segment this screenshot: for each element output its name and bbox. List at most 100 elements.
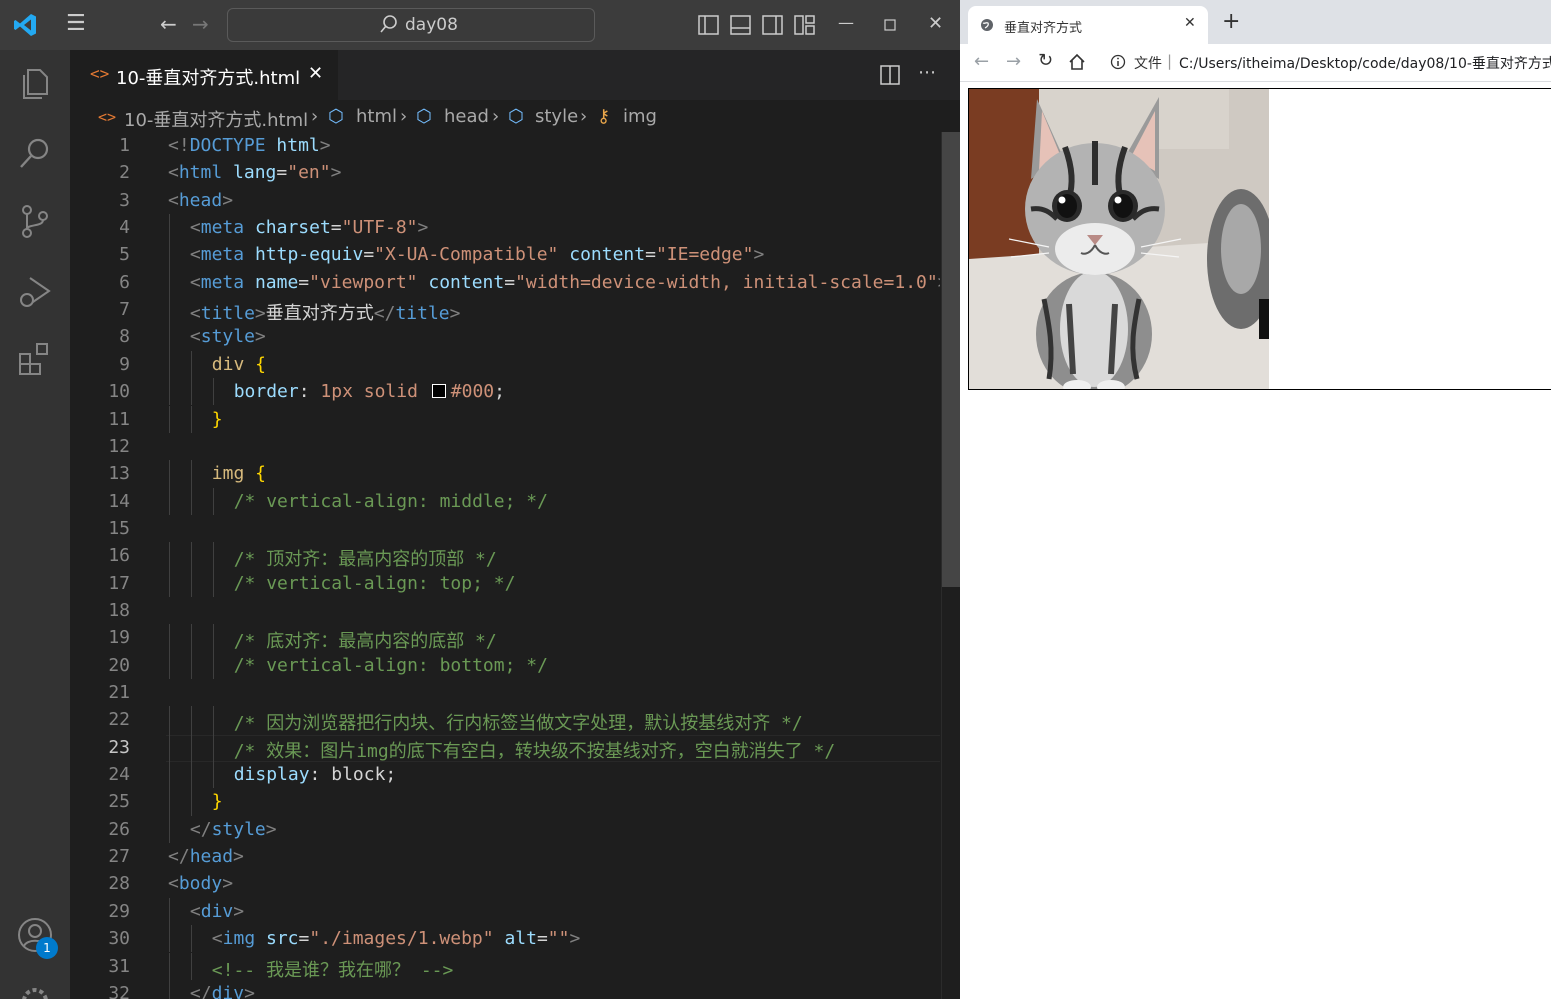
split-editor-icon[interactable] — [880, 65, 900, 85]
code-token-text: = — [363, 244, 375, 266]
editor-scrollbar-thumb[interactable] — [942, 132, 960, 587]
code-token-attr: charset — [254, 217, 331, 239]
breadcrumb-item-head[interactable]: head — [444, 106, 489, 127]
code-line: img { — [212, 463, 266, 484]
code-line: <!DOCTYPE html> — [168, 135, 331, 156]
line-number: 3 — [119, 189, 130, 211]
indent-guide — [169, 788, 170, 816]
back-arrow-icon[interactable]: ← — [160, 14, 177, 34]
code-token-brace: } — [211, 408, 223, 430]
browser-tab[interactable]: 垂直对齐方式 ✕ — [968, 6, 1208, 44]
code-token-attr: content — [428, 271, 505, 293]
code-token-tag: title — [200, 303, 255, 325]
command-center-search[interactable]: day08 — [227, 8, 595, 42]
minimize-icon[interactable]: — — [838, 13, 854, 33]
code-token-tag: DOCTYPE — [189, 135, 266, 156]
command-center-text: day08 — [405, 15, 458, 35]
indent-guide — [190, 761, 192, 789]
indent-guide — [212, 706, 214, 734]
code-line: <head> — [168, 190, 233, 211]
manage-gear-icon[interactable] — [16, 982, 54, 999]
close-tab-icon[interactable]: ✕ — [1184, 15, 1196, 31]
search-icon[interactable] — [16, 134, 54, 172]
back-arrow-icon[interactable]: ← — [974, 51, 989, 72]
source-control-icon[interactable] — [16, 202, 54, 240]
line-number: 23 — [108, 736, 130, 758]
code-token-com: /* vertical-align: bottom; */ — [233, 654, 548, 676]
address-bar-url[interactable]: C:/Users/itheima/Desktop/code/day08/10-垂… — [1179, 53, 1551, 73]
line-number: 29 — [108, 900, 130, 922]
indent-guide — [190, 350, 192, 379]
breadcrumb-item-style[interactable]: style — [535, 106, 578, 127]
close-tab-icon[interactable]: ✕ — [308, 63, 323, 84]
code-token-punc: </ — [189, 982, 212, 999]
code-line: } — [212, 791, 223, 812]
code-token-punc: > — [569, 928, 581, 950]
reload-icon[interactable]: ↻ — [1038, 50, 1053, 71]
code-token-punc: > — [222, 189, 234, 211]
code-token-punc: < — [189, 303, 201, 325]
code-token-text: = — [276, 162, 288, 184]
home-icon[interactable] — [1068, 53, 1086, 71]
code-token-prop: display — [233, 764, 310, 786]
indent-guide — [169, 706, 170, 734]
indent-guide — [212, 378, 214, 406]
line-number: 15 — [108, 517, 130, 539]
run-and-debug-icon[interactable] — [16, 272, 54, 310]
indent-guide — [169, 815, 170, 844]
forward-arrow-icon[interactable]: → — [192, 14, 209, 34]
indent-guide — [190, 733, 192, 762]
more-actions-icon[interactable]: ⋯ — [918, 62, 936, 83]
code-token-str: "" — [547, 928, 570, 950]
code-token-attr: content — [569, 244, 646, 266]
toggle-panel-icon[interactable] — [730, 15, 751, 35]
code-token-str: "X-UA-Compatible" — [374, 244, 559, 266]
code-line: /* vertical-align: bottom; */ — [234, 655, 548, 676]
vscode-window: ☰ ← → day08 — ✕ 1 ⋯ <> 10-垂直对齐方式.html ✕ … — [0, 0, 960, 999]
indent-guide — [190, 706, 192, 734]
code-line: </head> — [168, 846, 244, 867]
breadcrumb-item-img[interactable]: img — [623, 106, 657, 127]
kitten-image — [969, 89, 1269, 389]
new-tab-plus-icon[interactable]: + — [1222, 11, 1240, 33]
line-number: 6 — [119, 271, 130, 293]
code-token-com: /* 底对齐：最高内容的底部 */ — [233, 631, 497, 653]
code-line: <!-- 我是谁？我在哪？ --> — [212, 956, 454, 982]
css-rule-icon: ⚷ — [597, 106, 611, 127]
explorer-icon[interactable] — [16, 64, 54, 102]
browser-tab-strip: 垂直对齐方式 ✕ + — [960, 0, 1551, 44]
code-line: <style> — [190, 326, 266, 347]
maximize-icon[interactable] — [884, 19, 896, 31]
toggle-secondary-sidebar-icon[interactable] — [762, 15, 783, 35]
code-line: </style> — [190, 819, 277, 840]
chevron-right-icon: › — [400, 106, 408, 127]
line-number: 8 — [119, 326, 130, 348]
indent-guide — [212, 651, 214, 679]
customize-layout-icon[interactable] — [794, 15, 815, 35]
code-token-tag: body — [178, 873, 223, 895]
info-icon[interactable] — [1110, 54, 1126, 70]
menu-icon[interactable]: ☰ — [66, 13, 86, 35]
tab-active-file[interactable]: <> 10-垂直对齐方式.html ✕ — [70, 50, 338, 100]
breadcrumb-file[interactable]: 10-垂直对齐方式.html — [124, 106, 308, 132]
indent-guide — [212, 761, 214, 789]
close-window-icon[interactable]: ✕ — [928, 14, 943, 34]
indent-guide — [169, 952, 170, 980]
indent-guide — [169, 897, 170, 926]
breadcrumb-item-html[interactable]: html — [356, 106, 397, 127]
code-line: <html lang="en"> — [168, 162, 341, 183]
extensions-icon[interactable] — [16, 340, 54, 378]
activity-bar: 1 — [0, 50, 70, 999]
code-token-punc: > — [417, 217, 429, 239]
code-token-tag: style — [211, 818, 266, 840]
forward-arrow-icon[interactable]: → — [1006, 51, 1021, 72]
toggle-primary-sidebar-icon[interactable] — [698, 15, 719, 35]
code-editor[interactable]: 1 <!DOCTYPE html> 2 <html lang="en"> 3 <head>… — [70, 132, 940, 999]
code-token-brace: } — [211, 791, 223, 813]
code-line: border: 1px solid #000; — [234, 381, 505, 402]
indent-guide — [190, 405, 192, 433]
